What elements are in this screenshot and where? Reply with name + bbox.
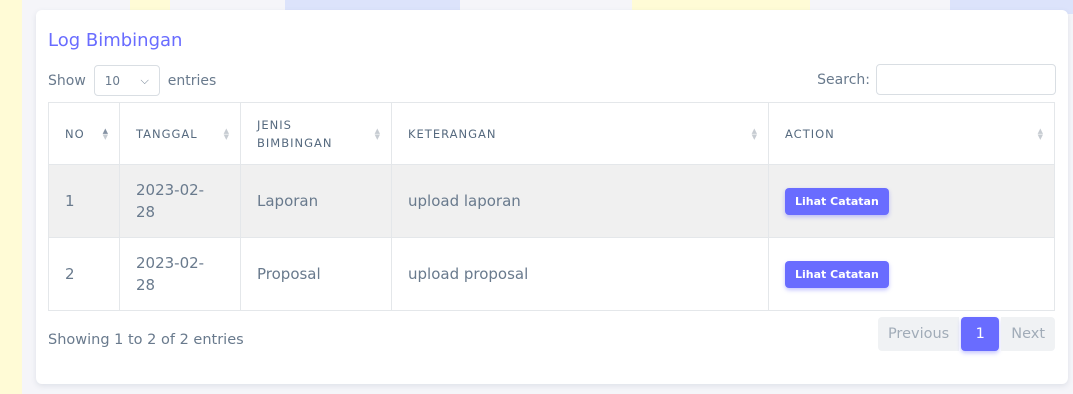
column-header-label: TANGGAL	[136, 126, 198, 141]
background-strip-left	[0, 0, 22, 394]
column-header-label: ACTION	[785, 126, 835, 141]
table-row: 1 2023-02- 28 Laporan upload laporan Lih…	[48, 164, 1055, 238]
search-input[interactable]	[876, 64, 1056, 95]
lihat-catatan-button[interactable]: Lihat Catatan	[785, 187, 889, 215]
entries-length-select[interactable]: 10 ⌵	[93, 65, 160, 96]
table-info: Showing 1 to 2 of 2 entries	[48, 332, 244, 348]
sort-icon: ▲ ▼	[1037, 126, 1044, 141]
chevron-down-icon: ⌵	[140, 73, 149, 87]
log-bimbingan-card: Log Bimbingan Show 10 ⌵ entries Search: …	[36, 10, 1068, 384]
column-header-action[interactable]: ACTION ▲ ▼	[768, 102, 1055, 165]
cell-tanggal: 2023-02- 28	[119, 164, 241, 238]
cell-no: 1	[48, 164, 120, 238]
next-page-button[interactable]: Next	[1001, 317, 1055, 351]
table-header-row: NO ▲ ▼ TANGGAL ▲ ▼ JENIS BIMBINGAN ▲ ▼ KETE…	[48, 102, 1055, 165]
date-part: 2023-02-	[136, 181, 205, 199]
cell-jenis: Proposal	[240, 237, 392, 311]
lihat-catatan-button[interactable]: Lihat Catatan	[785, 260, 889, 288]
cell-jenis: Laporan	[240, 164, 392, 238]
log-table: NO ▲ ▼ TANGGAL ▲ ▼ JENIS BIMBINGAN ▲ ▼ KETE…	[48, 102, 1055, 311]
column-header-jenis-bimbingan[interactable]: JENIS BIMBINGAN ▲ ▼	[240, 102, 392, 165]
show-label: Show	[48, 72, 86, 89]
column-header-keterangan[interactable]: KETERANGAN ▲ ▼	[391, 102, 769, 165]
cell-no: 2	[48, 237, 120, 311]
sort-icon: ▲ ▼	[102, 126, 109, 141]
entries-length-value: 10	[104, 73, 121, 88]
column-header-no[interactable]: NO ▲ ▼	[48, 102, 120, 165]
cell-keterangan: upload proposal	[391, 237, 769, 311]
search-label: Search:	[817, 71, 870, 88]
sort-icon: ▲ ▼	[751, 126, 758, 141]
date-part: 28	[136, 276, 156, 294]
cell-keterangan: upload laporan	[391, 164, 769, 238]
cell-action: Lihat Catatan	[768, 164, 1055, 238]
pagination: Previous 1 Next	[877, 317, 1055, 351]
cell-tanggal: 2023-02- 28	[119, 237, 241, 311]
entries-label: entries	[167, 72, 217, 89]
cell-action: Lihat Catatan	[768, 237, 1055, 311]
sort-icon: ▲ ▼	[223, 126, 230, 141]
previous-page-button[interactable]: Previous	[877, 317, 960, 351]
card-title: Log Bimbingan	[48, 30, 183, 51]
table-row: 2 2023-02- 28 Proposal upload proposal L…	[48, 237, 1055, 311]
search-control: Search:	[817, 64, 1056, 95]
column-header-tanggal[interactable]: TANGGAL ▲ ▼	[119, 102, 241, 165]
column-header-label: BIMBINGAN	[257, 135, 333, 150]
date-part: 2023-02-	[136, 254, 205, 272]
date-part: 28	[136, 203, 156, 221]
page-1-button[interactable]: 1	[961, 317, 1000, 351]
column-header-label: KETERANGAN	[408, 126, 497, 141]
entries-length-control: Show 10 ⌵ entries	[48, 65, 216, 96]
column-header-label: JENIS	[257, 117, 292, 132]
sort-icon: ▲ ▼	[374, 126, 381, 141]
column-header-label: NO	[65, 126, 85, 141]
